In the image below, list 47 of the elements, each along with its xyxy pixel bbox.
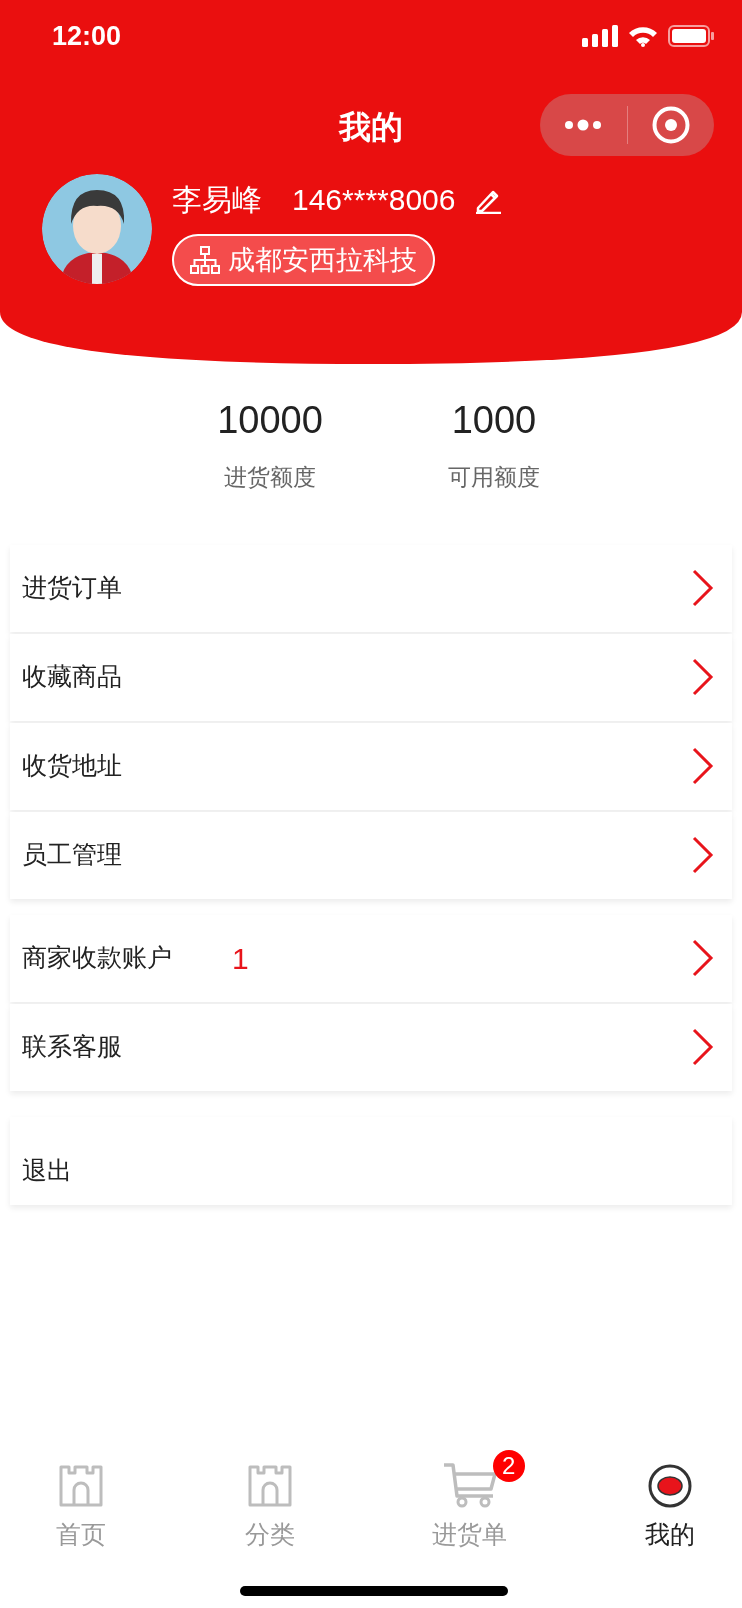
menu-label: 进货订单	[22, 572, 123, 604]
menu-label: 联系客服	[22, 1031, 123, 1063]
tab-label: 我的	[644, 1519, 695, 1550]
castle-icon	[247, 1464, 294, 1508]
menu-item[interactable]: 联系客服	[10, 1003, 732, 1091]
menu-item[interactable]: 进货订单	[10, 544, 732, 632]
tab-label: 首页	[56, 1519, 107, 1550]
menu-item[interactable]: 员工管理	[10, 811, 732, 899]
tab-label: 分类	[245, 1519, 296, 1550]
chevron-right-icon	[692, 747, 714, 785]
stat-value: 1000	[451, 398, 537, 443]
stat-label: 可用额度	[448, 463, 540, 492]
tab-item[interactable]: 我的	[597, 1444, 742, 1554]
chevron-right-icon	[692, 939, 714, 977]
menu-label: 收藏商品	[22, 661, 123, 693]
close-target-icon[interactable]	[651, 106, 690, 144]
phone-number: 146****8006	[292, 182, 456, 218]
stat-value: 10000	[217, 398, 323, 443]
hierarchy-icon	[190, 246, 220, 274]
cart-badge: 2	[492, 1450, 525, 1482]
menu-label: 员工管理	[22, 839, 123, 871]
tab-label: 进货单	[432, 1519, 508, 1550]
status-time: 12:00	[52, 19, 122, 53]
stat-label: 进货额度	[224, 463, 316, 492]
signal-icon	[582, 25, 618, 47]
logout-label: 退出	[22, 1154, 72, 1186]
page-title: 我的	[339, 108, 403, 147]
cart-icon	[442, 1462, 497, 1508]
menu-label: 收货地址	[22, 750, 123, 782]
menu-item[interactable]: 商家收款账户 1	[10, 914, 732, 1002]
logout-button[interactable]: 退出	[10, 1116, 732, 1205]
menu-count: 1	[232, 940, 249, 977]
more-icon[interactable]	[563, 119, 604, 131]
company-name: 成都安西拉科技	[228, 246, 417, 274]
tab-item[interactable]: 2 进货单	[397, 1444, 542, 1554]
castle-icon	[58, 1464, 105, 1508]
chevron-right-icon	[692, 658, 714, 696]
menu-item[interactable]: 收藏商品	[10, 633, 732, 721]
menu-label: 商家收款账户	[22, 942, 173, 974]
chevron-right-icon	[692, 1028, 714, 1066]
chevron-right-icon	[692, 836, 714, 874]
battery-icon	[668, 25, 714, 47]
profile-icon	[647, 1464, 692, 1508]
wifi-icon	[628, 25, 658, 47]
chevron-right-icon	[692, 569, 714, 607]
menu-item[interactable]: 收货地址	[10, 722, 732, 810]
user-name: 李易峰	[172, 182, 262, 218]
